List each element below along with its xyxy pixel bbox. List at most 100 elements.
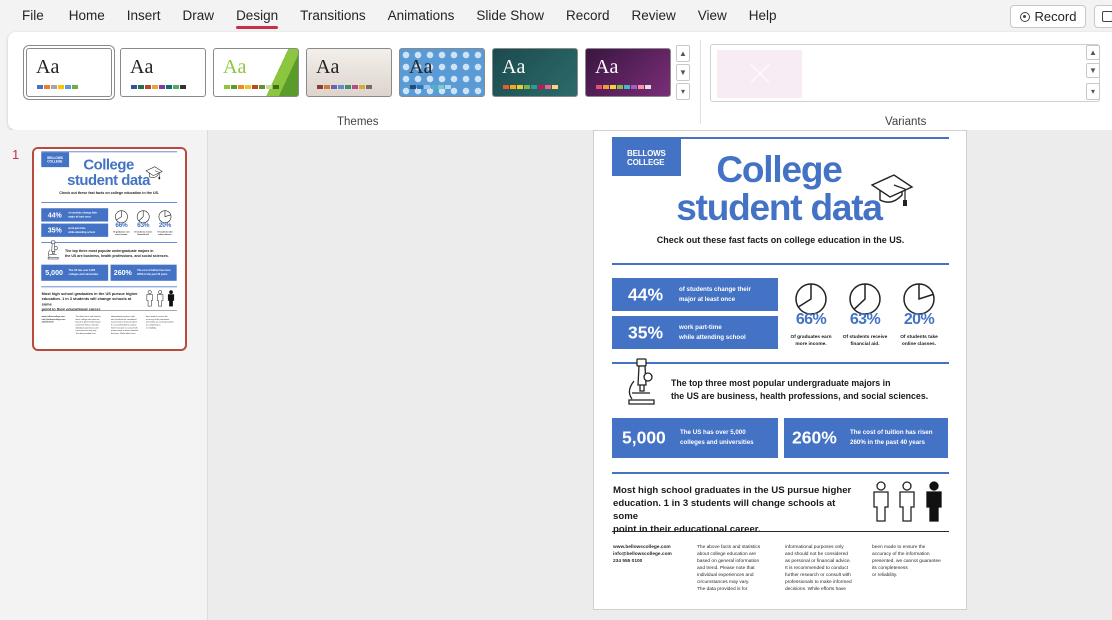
- people-icons: [873, 481, 942, 522]
- slide-thumbnail-1[interactable]: BELLOWS COLLEGE College student data Che…: [32, 147, 187, 351]
- stat-value: 260%: [792, 427, 837, 448]
- menu-insert[interactable]: Insert: [116, 0, 172, 32]
- contact-info: www.bellowscollege.com info@bellowscolle…: [41, 315, 73, 324]
- majors-fact-text[interactable]: The top three most popular undergraduate…: [671, 377, 946, 403]
- pie-caption-aid: Of students receive financial aid.: [842, 335, 888, 347]
- menu-home[interactable]: Home: [58, 0, 116, 32]
- majors-line-1: The top three most popular undergraduate…: [671, 378, 891, 388]
- disclaimer-line: individual experiences and: [697, 573, 754, 578]
- themes-scroll-up-button[interactable]: ▲: [676, 45, 690, 62]
- disclaimer-column-3: been made to ensure the accuracy of the i…: [146, 315, 177, 329]
- section-rule-2: [612, 362, 949, 364]
- menu-view[interactable]: View: [687, 0, 738, 32]
- majors-line-2: the US are business, health professions,…: [671, 391, 929, 401]
- disclaimer-line: The data provided is for: [697, 587, 748, 592]
- theme-ion-boardroom-theme[interactable]: Aa: [399, 48, 485, 97]
- title-line-2: student data: [67, 171, 150, 189]
- theme-preview-text: Aa: [223, 56, 247, 78]
- theme-ion-theme[interactable]: Aa: [492, 48, 578, 97]
- slide-subtitle: Check out these fast facts on college ed…: [59, 190, 160, 195]
- contact-phone: 234 555 0100: [41, 321, 54, 324]
- menu-draw[interactable]: Draw: [172, 0, 226, 32]
- stat-box-part-time[interactable]: 35% work part-time while attending school: [612, 316, 778, 349]
- menu-animations[interactable]: Animations: [377, 0, 466, 32]
- theme-preview-text: Aa: [595, 56, 619, 78]
- disclaimer-line: The data provided is for: [75, 332, 96, 335]
- grads-line-2: education. 1 in 3 students will change s…: [613, 498, 836, 522]
- theme-facet-theme[interactable]: Aa: [213, 48, 299, 97]
- theme-office-theme-2[interactable]: Aa: [120, 48, 206, 97]
- menu-record[interactable]: Record: [555, 0, 621, 32]
- themes-scroll-down-button[interactable]: ▼: [676, 64, 690, 81]
- theme-integral-theme[interactable]: Aa: [306, 48, 392, 97]
- grads-line-3: point in their educational career.: [613, 524, 761, 535]
- theme-preview-text: Aa: [316, 56, 340, 78]
- graduation-cap-icon: [145, 166, 163, 180]
- chevron-down-icon: ▼: [1089, 66, 1097, 75]
- pie-percent-income: 66%: [795, 311, 827, 328]
- graduation-cap-icon: [870, 174, 914, 206]
- menu-review[interactable]: Review: [621, 0, 687, 32]
- stat-text: The cost of tuition has risen 260% in the…: [137, 269, 171, 276]
- graduates-fact-text: Most high school graduates in the US pur…: [42, 291, 143, 312]
- slide: BELLOWS COLLEGE College student data Che…: [594, 131, 966, 609]
- theme-preview-text: Aa: [409, 56, 433, 78]
- pie-caption-aid: Of students receive financial aid.: [134, 231, 153, 237]
- pie-percent-aid: 63%: [849, 311, 881, 328]
- group-divider: [700, 40, 701, 124]
- disclaimer-line: accuracy of the information: [872, 552, 930, 557]
- pie-percent-online: 20%: [903, 311, 935, 328]
- slide-canvas[interactable]: BELLOWS COLLEGE College student data Che…: [593, 130, 967, 610]
- stat-box-tuition: 260% The cost of tuition has risen 260% i…: [110, 264, 177, 281]
- theme-organic-theme[interactable]: Aa: [585, 48, 671, 97]
- menu-slide-show[interactable]: Slide Show: [465, 0, 555, 32]
- section-rule-2: [41, 242, 178, 243]
- stat-value: 35%: [47, 225, 62, 235]
- grads-line-1: Most high school graduates in the US pur…: [613, 485, 852, 496]
- pie-caption-income: Of graduates earn more income.: [790, 335, 832, 347]
- pie-caption-online: Of students take online classes.: [900, 335, 938, 347]
- variants-scroll-down-button[interactable]: ▼: [1086, 63, 1100, 78]
- slide-title: College student data: [62, 157, 155, 188]
- stat-value: 5,000: [45, 268, 63, 277]
- microscope-icon: [47, 240, 59, 260]
- disclaimer-column-2: informational purposes only and should no…: [785, 544, 863, 593]
- stat-box-colleges[interactable]: 5,000 The US has over 5,000 colleges and …: [612, 418, 778, 458]
- section-rule-3: [41, 286, 178, 288]
- share-button[interactable]: [1094, 5, 1112, 28]
- stat-value: 35%: [628, 322, 664, 342]
- ribbon: Aa Aa Aa Aa Aa Aa Aa ▲ ▼ ▾ Themes ▲ ▼ ▾ Varian…: [8, 32, 1112, 130]
- slide-number: 1: [12, 147, 20, 162]
- people-icons: [146, 290, 175, 307]
- variants-more-button[interactable]: ▾: [1086, 83, 1100, 100]
- graduates-fact-text[interactable]: Most high school graduates in the US pur…: [613, 484, 863, 536]
- slide-title[interactable]: College student data: [664, 151, 894, 227]
- menu-design[interactable]: Design: [225, 0, 289, 32]
- contact-website: www.bellowscollege.com: [613, 545, 671, 550]
- share-icon: [1102, 11, 1112, 22]
- stat-text: work part-time while attending school: [679, 323, 746, 341]
- variant-thumbnail[interactable]: [717, 50, 802, 98]
- stat-box-colleges: 5,000 The US has over 5,000 colleges and …: [41, 264, 109, 281]
- variants-scroll-up-button[interactable]: ▲: [1086, 45, 1100, 60]
- menu-file[interactable]: File: [0, 0, 58, 32]
- disclaimer-line: and should not be considered: [785, 552, 848, 557]
- contact-phone: 234 555 0100: [613, 559, 643, 564]
- disclaimer-line: presented, we cannot guarantee: [872, 559, 941, 564]
- stat-box-major-change[interactable]: 44% of students change their major at lea…: [612, 278, 778, 311]
- disclaimer-column-3: been made to ensure the accuracy of the i…: [872, 544, 950, 579]
- theme-preview-text: Aa: [502, 56, 526, 78]
- menu-transitions[interactable]: Transitions: [289, 0, 377, 32]
- disclaimer-line: decisions. While efforts have: [785, 587, 846, 592]
- theme-office-theme[interactable]: Aa: [23, 45, 115, 100]
- stat-text: of students change their major at least o…: [679, 285, 751, 303]
- stat-box-tuition[interactable]: 260% The cost of tuition has risen 260% i…: [784, 418, 948, 458]
- theme-preview-text: Aa: [130, 56, 154, 78]
- pie-caption-income: Of graduates earn more income.: [113, 231, 130, 237]
- title-line-2: student data: [676, 187, 883, 228]
- disclaimer-line: as personal or financial advice.: [785, 559, 851, 564]
- themes-more-button[interactable]: ▾: [676, 83, 690, 100]
- menu-help[interactable]: Help: [738, 0, 788, 32]
- record-button[interactable]: Record: [1010, 5, 1086, 28]
- slide-subtitle[interactable]: Check out these fast facts on college ed…: [612, 235, 949, 245]
